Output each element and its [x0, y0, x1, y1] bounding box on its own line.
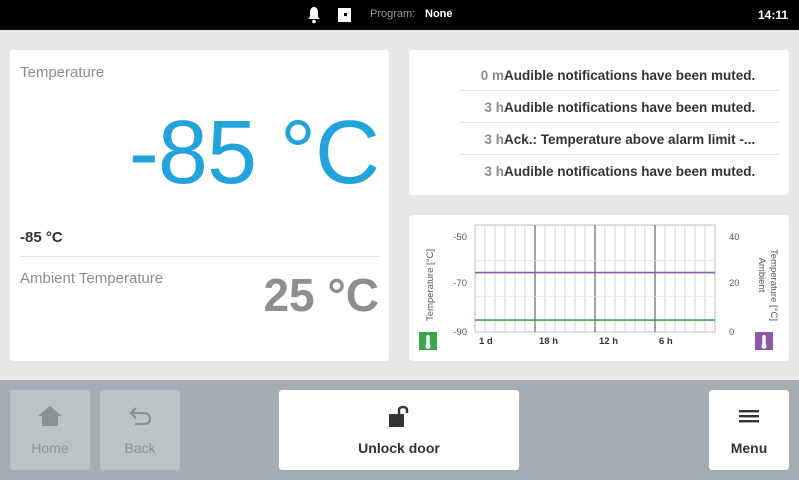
- back-button[interactable]: Back: [100, 390, 180, 470]
- bottom-bar: Home Back Unlock door Menu: [0, 380, 799, 480]
- left-tick-label: -50: [453, 232, 467, 243]
- program-label: Program:: [370, 8, 416, 20]
- left-axis-label: Temperature [°C]: [425, 249, 436, 321]
- unlock-door-button[interactable]: Unlock door: [279, 390, 519, 470]
- notification-time: 3 h: [484, 132, 504, 147]
- menu-label: Menu: [730, 440, 768, 456]
- menu-button[interactable]: Menu: [709, 390, 789, 470]
- home-icon: [38, 406, 62, 426]
- left-tick-label: -70: [453, 278, 467, 289]
- notifications-card[interactable]: 0 m Audible notifications have been mute…: [409, 50, 789, 195]
- thermometer-icon-bulb: [761, 343, 767, 349]
- x-tick-label: 12 h: [599, 336, 618, 347]
- notification-message: Audible notifications have been muted.: [504, 100, 756, 115]
- left-tick-label: -90: [453, 327, 467, 338]
- temperature-setpoint: -85 °C: [20, 229, 63, 246]
- program-value: None: [425, 8, 453, 20]
- x-tick-label: 18 h: [539, 336, 558, 347]
- temperature-chart: Temperature [°C] Ambient Temperature [°C…: [419, 224, 779, 350]
- chart-card[interactable]: Temperature [°C] Ambient Temperature [°C…: [409, 215, 789, 361]
- ambient-title: Ambient Temperature: [20, 270, 164, 287]
- home-button[interactable]: Home: [10, 390, 90, 470]
- x-tick-label: 1 d: [479, 336, 493, 347]
- notification-time: 3 h: [484, 164, 504, 179]
- notification-item[interactable]: 3 h Ack.: Temperature above alarm limit …: [459, 123, 779, 155]
- notification-message: Audible notifications have been muted.: [504, 164, 756, 179]
- right-axis-label: Temperature [°C]: [768, 249, 779, 321]
- unlock-icon: [389, 405, 409, 427]
- right-tick-label: 0: [729, 327, 734, 338]
- divider: [20, 256, 379, 257]
- notification-item[interactable]: 3 h Audible notifications have been mute…: [459, 155, 779, 187]
- right-tick-label: 20: [729, 278, 740, 289]
- x-tick-label: 6 h: [659, 336, 673, 347]
- notification-message: Audible notifications have been muted.: [504, 68, 756, 83]
- notification-message: Ack.: Temperature above alarm limit -...: [504, 132, 756, 147]
- notification-item[interactable]: 3 h Audible notifications have been mute…: [459, 91, 779, 123]
- bell-icon: [308, 7, 320, 24]
- notification-item[interactable]: 0 m Audible notifications have been mute…: [459, 59, 779, 91]
- thermometer-icon-bulb: [425, 343, 431, 349]
- notification-time: 3 h: [484, 100, 504, 115]
- back-label: Back: [124, 440, 156, 456]
- ambient-value: 25 °C: [263, 269, 379, 321]
- menu-icon: [739, 410, 759, 423]
- unlock-door-label: Unlock door: [358, 440, 440, 456]
- home-label: Home: [31, 440, 69, 456]
- temperature-card[interactable]: Temperature -85 °C -85 °C Ambient Temper…: [10, 50, 389, 361]
- right-axis-label: Ambient: [756, 258, 767, 293]
- temperature-title: Temperature: [20, 64, 105, 81]
- status-bar: Program: None 14:11: [0, 0, 799, 30]
- back-arrow-icon: [129, 407, 152, 426]
- door-icon: [338, 8, 351, 22]
- notification-time: 0 m: [480, 68, 504, 83]
- temperature-value: -85 °C: [128, 103, 380, 203]
- right-tick-label: 40: [729, 232, 740, 243]
- clock: 14:11: [757, 8, 788, 22]
